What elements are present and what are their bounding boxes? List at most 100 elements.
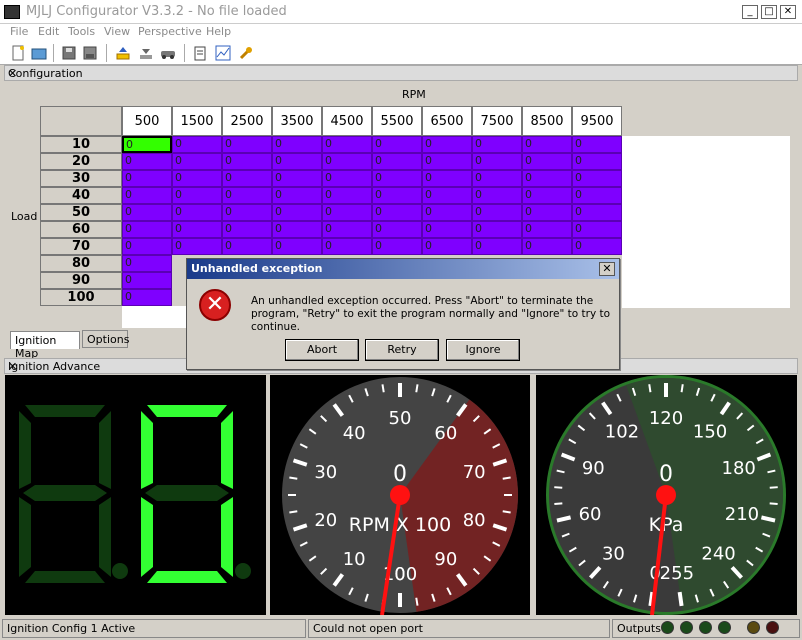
map-cell[interactable]: 0	[422, 238, 472, 255]
menu-edit[interactable]: Edit	[38, 25, 59, 38]
map-cell[interactable]: 0	[522, 136, 572, 153]
map-cell[interactable]: 0	[122, 136, 172, 153]
map-cell[interactable]: 0	[422, 153, 472, 170]
menu-tools[interactable]: Tools	[68, 25, 95, 38]
map-cell[interactable]: 0	[122, 255, 172, 272]
map-cell[interactable]: 0	[572, 136, 622, 153]
chart-icon[interactable]	[215, 45, 231, 61]
map-cell[interactable]: 0	[222, 221, 272, 238]
map-cell[interactable]: 0	[322, 238, 372, 255]
ignore-button[interactable]: Ignore	[446, 339, 520, 361]
map-cell[interactable]: 0	[172, 153, 222, 170]
map-cell[interactable]: 0	[472, 204, 522, 221]
map-cell[interactable]: 0	[422, 204, 472, 221]
map-cell[interactable]: 0	[172, 204, 222, 221]
map-cell[interactable]: 0	[322, 136, 372, 153]
retry-button[interactable]: Retry	[365, 339, 439, 361]
close-button[interactable]: ✕	[780, 5, 796, 19]
map-cell[interactable]: 0	[122, 289, 172, 306]
map-cell[interactable]: 0	[272, 204, 322, 221]
map-cell[interactable]: 0	[372, 221, 422, 238]
abort-button[interactable]: Abort	[285, 339, 359, 361]
map-cell[interactable]: 0	[272, 187, 322, 204]
map-cell[interactable]: 0	[522, 204, 572, 221]
menu-file[interactable]: File	[10, 25, 28, 38]
map-cell[interactable]: 0	[572, 153, 622, 170]
clipboard-icon[interactable]	[192, 45, 208, 61]
map-cell[interactable]: 0	[522, 153, 572, 170]
upload-icon[interactable]	[115, 45, 131, 61]
map-cell[interactable]: 0	[372, 187, 422, 204]
menu-view[interactable]: View	[104, 25, 130, 38]
map-cell[interactable]: 0	[172, 221, 222, 238]
map-cell[interactable]: 0	[422, 221, 472, 238]
map-cell[interactable]: 0	[472, 170, 522, 187]
map-cell[interactable]: 0	[572, 238, 622, 255]
map-cell[interactable]: 0	[222, 170, 272, 187]
map-cell[interactable]: 0	[472, 221, 522, 238]
map-cell[interactable]: 0	[222, 153, 272, 170]
map-cell[interactable]: 0	[222, 204, 272, 221]
map-cell[interactable]: 0	[222, 136, 272, 153]
map-cell[interactable]: 0	[122, 170, 172, 187]
map-cell[interactable]: 0	[272, 170, 322, 187]
map-cell[interactable]: 0	[422, 136, 472, 153]
map-cell[interactable]: 0	[572, 204, 622, 221]
map-cell[interactable]: 0	[272, 238, 322, 255]
map-cell[interactable]: 0	[422, 187, 472, 204]
map-cell[interactable]: 0	[222, 187, 272, 204]
map-cell[interactable]: 0	[122, 221, 172, 238]
map-cell[interactable]: 0	[272, 153, 322, 170]
tab-options[interactable]: Options	[82, 330, 129, 348]
map-cell[interactable]: 0	[122, 272, 172, 289]
map-cell[interactable]: 0	[372, 136, 422, 153]
map-cell[interactable]: 0	[322, 187, 372, 204]
map-cell[interactable]: 0	[322, 153, 372, 170]
new-file-icon[interactable]	[10, 45, 26, 61]
map-cell[interactable]: 0	[472, 187, 522, 204]
map-cell[interactable]: 0	[172, 187, 222, 204]
map-cell[interactable]: 0	[172, 170, 222, 187]
map-cell[interactable]: 0	[122, 238, 172, 255]
maximize-button[interactable]: □	[761, 5, 777, 19]
map-cell[interactable]: 0	[522, 170, 572, 187]
map-cell[interactable]: 0	[572, 187, 622, 204]
map-cell[interactable]: 0	[172, 238, 222, 255]
map-cell[interactable]: 0	[172, 136, 222, 153]
map-cell[interactable]: 0	[122, 204, 172, 221]
map-cell[interactable]: 0	[472, 238, 522, 255]
map-cell[interactable]: 0	[572, 221, 622, 238]
download-icon[interactable]	[138, 45, 154, 61]
map-cell[interactable]: 0	[522, 187, 572, 204]
map-cell[interactable]: 0	[322, 170, 372, 187]
dialog-close-button[interactable]: ✕	[599, 262, 615, 276]
save-all-icon[interactable]	[82, 45, 98, 61]
map-cell[interactable]: 0	[422, 170, 472, 187]
map-cell[interactable]: 0	[272, 136, 322, 153]
map-cell[interactable]: 0	[372, 170, 422, 187]
map-cell[interactable]: 0	[472, 136, 522, 153]
map-cell[interactable]: 0	[522, 221, 572, 238]
map-cell[interactable]: 0	[522, 238, 572, 255]
map-cell[interactable]: 0	[572, 170, 622, 187]
tab-ignition-map[interactable]: Ignition Map	[10, 331, 80, 360]
menu-perspective[interactable]: Perspective	[138, 25, 202, 38]
car-icon[interactable]	[160, 45, 176, 61]
map-cell[interactable]: 0	[122, 187, 172, 204]
save-icon[interactable]	[61, 45, 77, 61]
wrench-icon[interactable]	[238, 45, 254, 61]
configuration-close-icon[interactable]: ✕	[8, 67, 793, 80]
map-cell[interactable]: 0	[322, 204, 372, 221]
minimize-button[interactable]: _	[742, 5, 758, 19]
map-cell[interactable]: 0	[372, 238, 422, 255]
map-cell[interactable]: 0	[372, 153, 422, 170]
map-cell[interactable]: 0	[322, 221, 372, 238]
map-cell[interactable]: 0	[372, 204, 422, 221]
toolbar	[0, 41, 802, 65]
open-folder-icon[interactable]	[31, 45, 47, 61]
map-cell[interactable]: 0	[122, 153, 172, 170]
menu-help[interactable]: Help	[206, 25, 231, 38]
map-cell[interactable]: 0	[222, 238, 272, 255]
map-cell[interactable]: 0	[472, 153, 522, 170]
map-cell[interactable]: 0	[272, 221, 322, 238]
